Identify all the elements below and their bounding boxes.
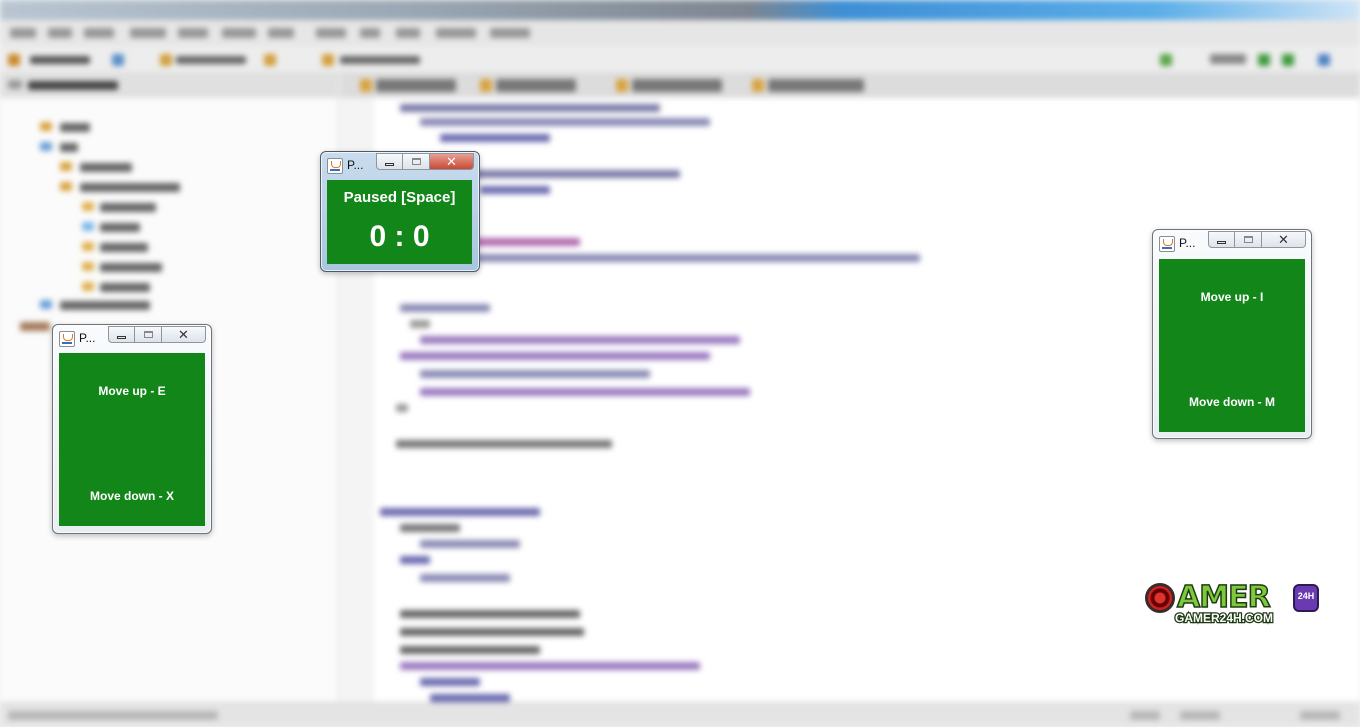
left-player-panel: Move up - E Move down - X [59,353,205,526]
move-down-label: Move down - X [90,489,174,503]
ide-toolbar [0,46,1360,73]
right-player-titlebar[interactable]: P... ✕ [1153,230,1311,256]
scoreboard-titlebar[interactable]: P... ✕ [321,152,479,178]
close-button[interactable]: ✕ [162,326,206,343]
logo-site: GAMER24H.COM [1174,610,1275,627]
maximize-button[interactable] [1235,231,1262,248]
java-app-icon [1159,236,1175,252]
left-player-window[interactable]: P... ✕ Move up - E Move down - X [52,324,212,534]
close-icon: ✕ [446,153,457,169]
minimize-icon [117,335,126,339]
minimize-button[interactable] [376,153,403,170]
window-title: P... [79,331,96,345]
logo-badge: 24H [1293,584,1319,612]
minimize-button[interactable] [108,326,135,343]
maximize-icon [143,331,153,338]
move-up-label: Move up - E [98,384,166,398]
logo-word: AMER [1176,579,1271,616]
close-icon: ✕ [1278,231,1289,247]
left-player-titlebar[interactable]: P... ✕ [53,325,211,351]
scoreboard-panel: Paused [Space] 0 : 0 [327,180,472,264]
maximize-icon [1243,236,1253,243]
pause-status: Paused [Space] [343,189,456,206]
right-player-window[interactable]: P... ✕ Move up - I Move down - M [1152,229,1312,439]
crosshair-icon [1145,583,1175,613]
java-app-icon [327,158,343,174]
minimize-button[interactable] [1208,231,1235,248]
java-app-icon [59,331,75,347]
score-display: 0 : 0 [369,220,430,253]
close-button[interactable]: ✕ [430,153,474,170]
ide-statusbar [0,702,1360,727]
maximize-button[interactable] [403,153,430,170]
gamer24h-watermark: AMER 24H GAMER24H.COM [1143,579,1323,630]
editor-tabs [340,72,1360,98]
close-icon: ✕ [178,326,189,342]
close-button[interactable]: ✕ [1262,231,1306,248]
window-title: P... [1179,236,1196,250]
maximize-icon [411,158,421,165]
move-down-label: Move down - M [1189,395,1275,409]
window-title: P... [347,158,364,172]
minimize-icon [1217,240,1226,244]
maximize-button[interactable] [135,326,162,343]
ide-menubar [0,20,1360,46]
ide-titlebar [0,0,1360,20]
minimize-icon [385,162,394,166]
scoreboard-window[interactable]: P... ✕ Paused [Space] 0 : 0 [320,151,480,272]
move-up-label: Move up - I [1200,290,1264,304]
right-player-panel: Move up - I Move down - M [1159,259,1305,432]
